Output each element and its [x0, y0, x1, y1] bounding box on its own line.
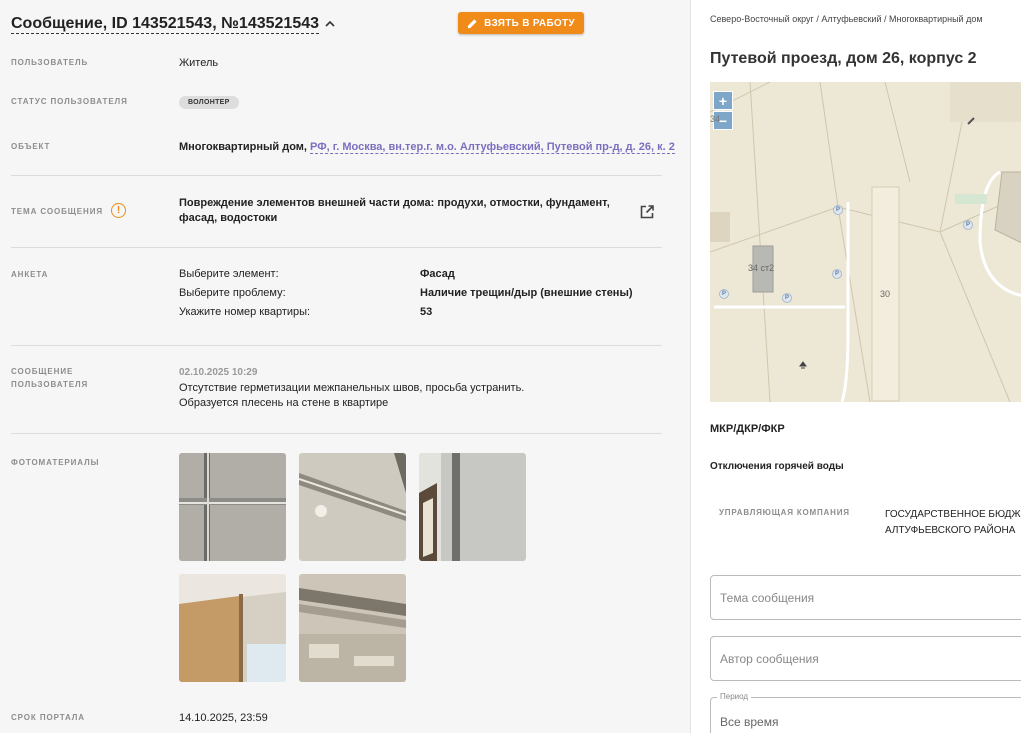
message-label-line-2: ПОЛЬЗОВАТЕЛЯ [11, 380, 89, 389]
survey-question: Укажите номер квартиры: [179, 306, 311, 318]
parking-icon: P [835, 271, 840, 277]
chevron-up-icon[interactable] [324, 18, 336, 30]
deadline-label: СРОК ПОРТАЛА [11, 713, 85, 722]
take-to-work-button[interactable]: ВЗЯТЬ В РАБОТУ [458, 12, 584, 34]
warning-icon[interactable]: ! [111, 203, 126, 218]
parking-icon: P [722, 291, 727, 297]
message-line-1: Отсутствие герметизации межпанельных шво… [179, 382, 525, 394]
message-text: Отсутствие герметизации межпанельных шво… [179, 381, 524, 411]
topic-filter-input[interactable]: Тема сообщения [710, 575, 1021, 620]
management-company-label: УПРАВЛЯЮЩАЯ КОМПАНИЯ [719, 508, 850, 517]
user-value: Житель [179, 57, 219, 69]
object-panel: Северо-Восточный округ / Алтуфьевский / … [690, 0, 1021, 733]
photo-thumbnail[interactable] [299, 574, 406, 682]
map[interactable]: + − 34 34 ст2 30 P P P P P [710, 82, 1021, 402]
management-company-value: ГОСУДАРСТВЕННОЕ БЮДЖЕТНОЕ УЧРЕЖДЕНИЕ АЛТ… [885, 507, 1021, 539]
photo-thumbnail[interactable] [179, 574, 286, 682]
photo-thumbnail[interactable] [299, 453, 406, 561]
photo-thumbnail[interactable] [419, 453, 526, 561]
management-company-line-2: АЛТУФЬЕВСКОГО РАЙОНА [885, 525, 1016, 536]
topic-line-1: Повреждение элементов внешней части дома… [179, 197, 610, 209]
object-address-link[interactable]: РФ, г. Москва, вн.тер.г. м.о. Алтуфьевск… [310, 141, 675, 154]
author-filter-input[interactable]: Автор сообщения [710, 636, 1021, 681]
message-panel: Сообщение, ID 143521543, №143521543 ВЗЯТ… [0, 0, 690, 733]
period-select[interactable]: Все время [710, 697, 1021, 733]
pencil-icon [467, 18, 477, 28]
hot-water-outages-link[interactable]: Отключения горячей воды [710, 461, 844, 472]
take-to-work-label: ВЗЯТЬ В РАБОТУ [484, 17, 575, 29]
survey-label: АНКЕТА [11, 270, 49, 279]
object-label: ОБЪЕКТ [11, 142, 51, 151]
breadcrumb[interactable]: Северо-Восточный округ / Алтуфьевский / … [710, 14, 983, 24]
topic-filter-placeholder: Тема сообщения [720, 590, 815, 605]
author-filter-placeholder: Автор сообщения [720, 651, 819, 666]
user-status-label: СТАТУС ПОЛЬЗОВАТЕЛЯ [11, 97, 128, 106]
period-value: Все время [720, 714, 779, 729]
status-badge: ВОЛОНТЕР [179, 96, 239, 109]
message-label: СООБЩЕНИЕ ПОЛЬЗОВАТЕЛЯ [11, 365, 161, 391]
parking-icon: P [966, 222, 971, 228]
map-zoom-in-button[interactable]: + [713, 91, 733, 110]
period-legend: Период [717, 692, 752, 701]
message-date: 02.10.2025 10:29 [179, 367, 258, 378]
parking-icon: P [836, 207, 841, 213]
survey-answer: Наличие трещин/дыр (внешние стены) [420, 287, 633, 299]
external-link-icon[interactable] [639, 204, 655, 220]
object-type: Многоквартирный дом, [179, 141, 307, 153]
photo-thumbnail[interactable] [179, 453, 286, 561]
message-label-line-1: СООБЩЕНИЕ [11, 367, 74, 376]
divider [11, 175, 662, 176]
divider [11, 433, 662, 434]
survey-answer: 53 [420, 306, 433, 318]
survey-question: Выберите элемент: [179, 268, 279, 280]
divider [11, 247, 662, 248]
object-value: Многоквартирный дом, РФ, г. Москва, вн.т… [179, 140, 675, 155]
survey-answer: Фасад [420, 268, 455, 280]
user-label: ПОЛЬЗОВАТЕЛЬ [11, 58, 89, 67]
map-canvas [710, 82, 1021, 402]
object-address-title: Путевой проезд, дом 26, корпус 2 [710, 50, 977, 67]
topic-value: Повреждение элементов внешней части дома… [179, 196, 610, 226]
topic-label: ТЕМА СООБЩЕНИЯ [11, 207, 104, 216]
management-company-line-1: ГОСУДАРСТВЕННОЕ БЮДЖЕТНОЕ УЧРЕЖДЕНИЕ [885, 509, 1021, 520]
map-building-label: 34 [710, 114, 721, 124]
deadline-value: 14.10.2025, 23:59 [179, 712, 268, 724]
mkr-dkr-fkr-link[interactable]: МКР/ДКР/ФКР [710, 423, 785, 435]
map-building-label: 30 [880, 289, 891, 299]
photos-label: ФОТОМАТЕРИАЛЫ [11, 458, 100, 467]
survey-question: Выберите проблему: [179, 287, 286, 299]
parking-icon: P [785, 295, 790, 301]
topic-line-2: фасад, водостоки [179, 212, 278, 224]
page-title[interactable]: Сообщение, ID 143521543, №143521543 [11, 15, 320, 34]
divider [11, 345, 662, 346]
message-line-2: Образуется плесень на стене в квартире [179, 397, 389, 409]
map-building-label: 34 ст2 [748, 263, 775, 273]
